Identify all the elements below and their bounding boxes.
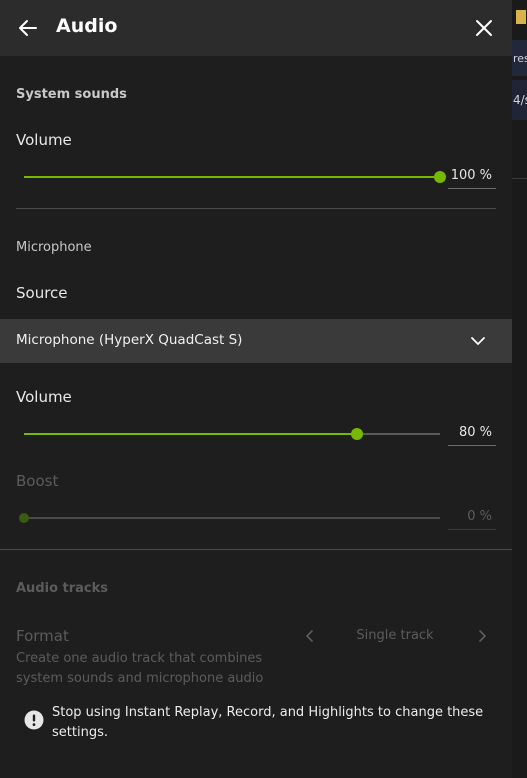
slider-thumb[interactable] [350,428,363,440]
chevron-right-icon [479,630,486,642]
system-volume-value[interactable]: 100 % [448,166,496,189]
system-volume-label: Volume [16,131,72,149]
source-label: Source [16,284,68,302]
section-divider [0,549,512,550]
section-divider [16,208,496,209]
panel-header: Audio [0,0,512,56]
close-icon [476,20,492,36]
background-divider [512,178,527,179]
folder-icon [516,10,526,24]
arrow-left-icon [19,20,37,36]
slider-fill [24,433,357,435]
dropdown-selected-value: Microphone (HyperX QuadCast S) [16,332,243,348]
slider-track [24,517,440,519]
format-label: Format [16,627,69,645]
locked-settings-notice: Stop using Instant Replay, Record, and H… [52,705,484,740]
system-volume-value-text: 100 % [450,168,492,183]
mic-volume-value[interactable]: 80 % [448,423,496,446]
background-text: res [513,52,527,65]
format-description: Create one audio track that combines sys… [16,651,264,686]
boost-label: Boost [16,472,59,490]
mic-volume-value-text: 80 % [458,425,492,440]
page-title: Audio [56,15,118,37]
background-text: 4/s [513,93,527,107]
slider-thumb [19,513,29,523]
microphone-source-dropdown[interactable]: Microphone (HyperX QuadCast S) [0,319,512,363]
chevron-left-icon [306,630,313,642]
section-title-audio-tracks: Audio tracks [16,581,109,596]
section-title-system-sounds: System sounds [16,87,127,102]
boost-value-text: 0 % [467,509,492,524]
close-button[interactable] [470,14,498,42]
slider-thumb[interactable] [434,171,446,183]
chevron-down-icon [471,337,485,345]
mic-volume-slider[interactable] [24,426,440,442]
back-button[interactable] [14,14,42,42]
boost-slider [19,510,440,526]
audio-settings-panel: Audio System sounds Volume 100 % Microph… [0,0,512,778]
system-volume-slider[interactable] [24,169,446,185]
format-value: Single track [356,628,434,643]
exclamation-circle-icon [24,710,44,730]
section-title-microphone: Microphone [16,240,92,255]
boost-value: 0 % [448,507,496,530]
mic-volume-label: Volume [16,388,72,406]
slider-fill [24,176,440,178]
background-window-peek: res 4/s [512,0,527,778]
